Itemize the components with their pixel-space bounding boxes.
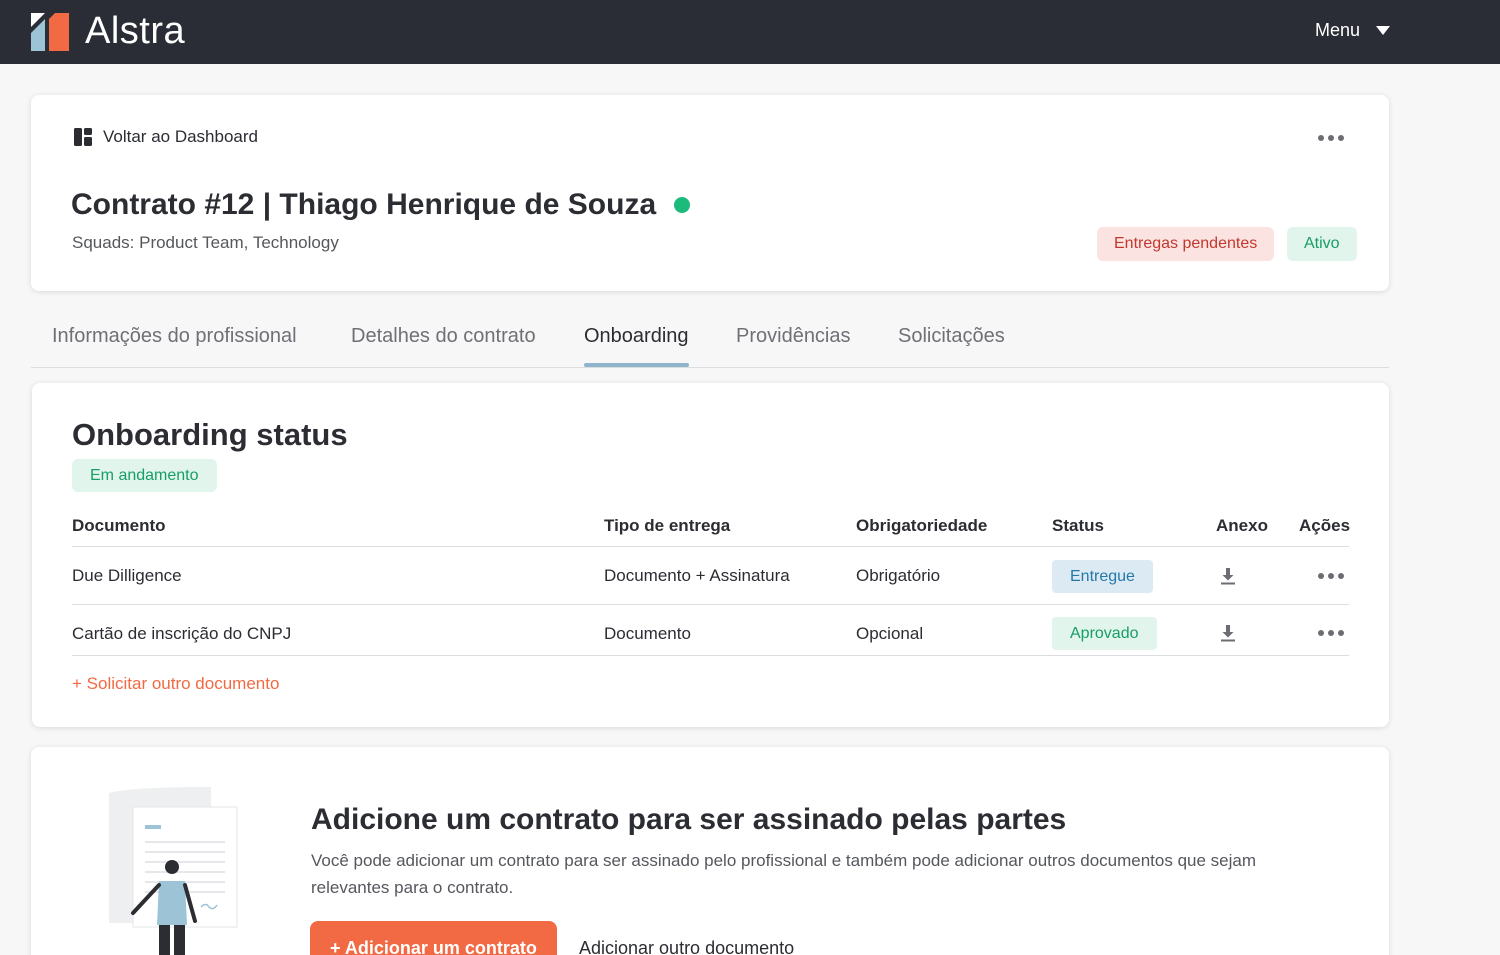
active-tab-indicator	[584, 363, 689, 367]
table-divider	[72, 546, 1349, 547]
row-actions-button[interactable]	[1318, 630, 1344, 636]
menu-button[interactable]: Menu	[1315, 20, 1391, 41]
row-document: Cartão de inscrição do CNPJ	[72, 624, 292, 643]
tab-professional-info[interactable]: Informações do profissional	[52, 325, 297, 348]
add-contract-card: Adicione um contrato para ser assinado p…	[31, 747, 1389, 955]
pending-deliveries-badge: Entregas pendentes	[1097, 227, 1275, 261]
table-divider	[72, 604, 1349, 605]
add-contract-title: Adicione um contrato para ser assinado p…	[311, 803, 1067, 836]
status-badge-delivered: Entregue	[1052, 560, 1153, 593]
row-delivery-type: Documento + Assinatura	[604, 566, 790, 585]
add-contract-button[interactable]: + Adicionar um contrato	[310, 921, 557, 955]
row-delivery-type: Documento	[604, 624, 691, 643]
dot-icon	[1338, 630, 1344, 636]
add-other-document-button[interactable]: Adicionar outro documento	[579, 938, 794, 955]
column-header-status: Status	[1052, 516, 1104, 535]
download-icon[interactable]	[1219, 624, 1237, 642]
alstra-logo-icon	[31, 12, 69, 51]
app-logo[interactable]: Alstra	[31, 10, 185, 53]
status-badge-approved: Aprovado	[1052, 617, 1157, 650]
column-header-attachment: Anexo	[1216, 516, 1268, 535]
column-header-delivery-type: Tipo de entrega	[604, 516, 731, 535]
page-title: Contrato #12 | Thiago Henrique de Souza	[71, 188, 691, 222]
column-header-requirement: Obrigatoriedade	[856, 516, 988, 535]
add-contract-description: Você pode adicionar um contrato para ser…	[311, 851, 1257, 897]
dot-icon	[1318, 630, 1324, 636]
tab-contract-details[interactable]: Detalhes do contrato	[351, 325, 536, 348]
dot-icon	[1328, 630, 1334, 636]
table-divider	[72, 655, 1349, 656]
active-badge: Ativo	[1287, 227, 1357, 261]
column-header-actions: Ações	[1299, 516, 1351, 535]
row-requirement: Opcional	[856, 624, 924, 643]
tab-solicitacoes[interactable]: Solicitações	[898, 325, 1005, 348]
chevron-down-icon	[1376, 26, 1391, 35]
dot-icon	[1338, 135, 1344, 141]
tab-bar: Informações do profissional Detalhes do …	[31, 312, 1389, 368]
app-name: Alstra	[85, 10, 186, 52]
dot-icon	[1318, 573, 1324, 579]
tab-onboarding[interactable]: Onboarding	[584, 325, 689, 348]
menu-label: Menu	[1315, 20, 1361, 40]
tab-providencias[interactable]: Providências	[736, 325, 851, 348]
request-document-link[interactable]: + Solicitar outro documento	[72, 674, 279, 694]
dot-icon	[1338, 573, 1344, 579]
contract-title-text: Contrato #12 | Thiago Henrique de Souza	[71, 188, 657, 221]
dot-icon	[1318, 135, 1324, 141]
download-icon[interactable]	[1219, 567, 1237, 585]
row-document: Due Dilligence	[72, 566, 182, 585]
back-label: Voltar ao Dashboard	[103, 127, 258, 146]
active-status-indicator	[674, 197, 691, 213]
back-to-dashboard-link[interactable]: Voltar ao Dashboard	[73, 127, 258, 147]
dashboard-icon	[74, 128, 92, 146]
row-requirement: Obrigatório	[856, 566, 941, 585]
row-actions-button[interactable]	[1318, 573, 1344, 579]
contract-header-card: Voltar ao Dashboard Contrato #12 | Thiag…	[31, 95, 1389, 291]
onboarding-status-card: Onboarding status Em andamento Documento…	[32, 383, 1389, 727]
dot-icon	[1328, 573, 1334, 579]
more-options-button[interactable]	[1318, 135, 1344, 141]
dot-icon	[1328, 135, 1334, 141]
column-header-document: Documento	[72, 516, 166, 535]
onboarding-title: Onboarding status	[72, 417, 348, 452]
squads-label: Squads: Product Team, Technology	[72, 233, 339, 252]
top-navigation-bar: Alstra Menu	[0, 0, 1500, 64]
document-person-illustration	[109, 787, 238, 955]
onboarding-status-badge: Em andamento	[72, 459, 217, 492]
